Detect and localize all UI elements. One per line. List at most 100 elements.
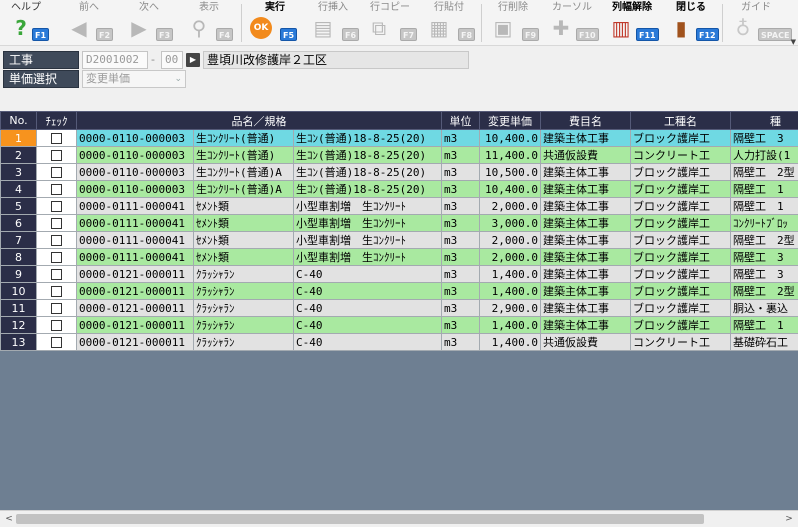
table-row[interactable]: 5 0000-0111-000041 ｾﾒﾝﾄ類 小型車割増 生ｺﾝｸﾘｰﾄ m3 2,0… (0, 197, 798, 215)
row-checkbox[interactable] (51, 252, 62, 263)
delete-row-button[interactable]: 行削除 ▣ F9 (486, 0, 540, 46)
row-checkbox[interactable] (51, 218, 62, 229)
cost-item-cell[interactable]: 建築主体工事 (540, 282, 632, 300)
project-code-field[interactable]: D2001002 (82, 51, 148, 69)
item-name-cell[interactable]: 生ｺﾝｸﾘｰﾄ(普通)A (193, 180, 294, 198)
item-code-cell[interactable]: 0000-0110-000003 (76, 180, 194, 198)
item-spec-cell[interactable]: 生ｺﾝ(普通)18-8-25(20) (292, 180, 443, 198)
scroll-right-icon[interactable]: > (782, 513, 796, 525)
cost-item-cell[interactable]: 建築主体工事 (540, 265, 632, 283)
next-button[interactable]: 次へ ▶ F3 (122, 0, 176, 46)
unit-cell[interactable]: m3 (441, 197, 481, 215)
table-row[interactable]: 7 0000-0111-000041 ｾﾒﾝﾄ類 小型車割増 生ｺﾝｸﾘｰﾄ m3 2,0… (0, 231, 798, 249)
row-number-cell[interactable]: 8 (0, 248, 37, 266)
work-type-cell[interactable]: ブロック護岸工 (630, 214, 732, 232)
row-number-cell[interactable]: 1 (0, 129, 37, 147)
table-row[interactable]: 3 0000-0110-000003 生ｺﾝｸﾘｰﾄ(普通)A 生ｺﾝ(普通)18-8… (0, 163, 798, 181)
item-code-cell[interactable]: 0000-0121-000011 (76, 299, 194, 317)
cost-item-cell[interactable]: 建築主体工事 (540, 129, 632, 147)
type-cell[interactable]: 隔壁工 3 (730, 129, 798, 147)
item-code-cell[interactable]: 0000-0121-000011 (76, 333, 194, 351)
unit-cell[interactable]: m3 (441, 282, 481, 300)
item-name-cell[interactable]: ｸﾗｯｼｬﾗﾝ (193, 316, 294, 334)
type-cell[interactable]: 人力打設(1 (730, 146, 798, 164)
item-name-cell[interactable]: ｾﾒﾝﾄ類 (193, 214, 294, 232)
row-checkbox[interactable] (51, 235, 62, 246)
item-name-cell[interactable]: 生ｺﾝｸﾘｰﾄ(普通) (193, 146, 294, 164)
unit-cell[interactable]: m3 (441, 146, 481, 164)
cost-item-cell[interactable]: 建築主体工事 (540, 214, 632, 232)
row-number-cell[interactable]: 11 (0, 299, 37, 317)
unit-cell[interactable]: m3 (441, 316, 481, 334)
changed-price-cell[interactable]: 1,400.0 (479, 265, 542, 283)
item-name-cell[interactable]: ｾﾒﾝﾄ類 (193, 231, 294, 249)
item-spec-cell[interactable]: 生ｺﾝ(普通)18-8-25(20) (292, 146, 443, 164)
table-row[interactable]: 8 0000-0111-000041 ｾﾒﾝﾄ類 小型車割増 生ｺﾝｸﾘｰﾄ m3 2,0… (0, 248, 798, 266)
help-button[interactable]: ヘルプ ? F1 (4, 0, 50, 46)
insert-row-button[interactable]: 行挿入 ▤ F6 (306, 0, 360, 46)
item-code-cell[interactable]: 0000-0111-000041 (76, 197, 194, 215)
item-spec-cell[interactable]: C-40 (292, 333, 443, 351)
type-cell[interactable]: ｺﾝｸﾘｰﾄﾌﾞﾛｯ (730, 214, 798, 232)
item-spec-cell[interactable]: 生ｺﾝ(普通)18-8-25(20) (292, 129, 443, 147)
guide-button[interactable]: ガイド ♁ SPACE (726, 0, 793, 46)
row-number-cell[interactable]: 9 (0, 265, 37, 283)
work-type-cell[interactable]: ブロック護岸工 (630, 163, 732, 181)
table-row[interactable]: 1 0000-0110-000003 生ｺﾝｸﾘｰﾄ(普通) 生ｺﾝ(普通)18-8-… (0, 129, 798, 147)
changed-price-cell[interactable]: 2,900.0 (479, 299, 542, 317)
row-number-cell[interactable]: 10 (0, 282, 37, 300)
item-name-cell[interactable]: ｸﾗｯｼｬﾗﾝ (193, 265, 294, 283)
unit-cell[interactable]: m3 (441, 299, 481, 317)
row-checkbox[interactable] (51, 269, 62, 280)
work-type-cell[interactable]: コンクリート工 (630, 333, 732, 351)
changed-price-cell[interactable]: 2,000.0 (479, 197, 542, 215)
cost-item-cell[interactable]: 建築主体工事 (540, 299, 632, 317)
row-checkbox[interactable] (51, 150, 62, 161)
item-spec-cell[interactable]: C-40 (292, 265, 443, 283)
cost-item-cell[interactable]: 建築主体工事 (540, 163, 632, 181)
cost-item-cell[interactable]: 建築主体工事 (540, 180, 632, 198)
type-cell[interactable]: 隔壁工 2型 (730, 282, 798, 300)
table-row[interactable]: 2 0000-0110-000003 生ｺﾝｸﾘｰﾄ(普通) 生ｺﾝ(普通)18-8-… (0, 146, 798, 164)
item-spec-cell[interactable]: 小型車割増 生ｺﾝｸﾘｰﾄ (292, 231, 443, 249)
work-type-cell[interactable]: ブロック護岸工 (630, 197, 732, 215)
col-header-check[interactable]: ﾁｪｯｸ (36, 111, 77, 130)
col-header-unit[interactable]: 単位 (441, 111, 481, 130)
item-name-cell[interactable]: ｸﾗｯｼｬﾗﾝ (193, 299, 294, 317)
col-header-cost-item[interactable]: 費目名 (540, 111, 632, 130)
item-spec-cell[interactable]: C-40 (292, 316, 443, 334)
release-width-button[interactable]: 列幅解除 ▥ F11 (604, 0, 660, 46)
type-cell[interactable]: 隔壁工 2型 (730, 231, 798, 249)
row-checkbox[interactable] (51, 286, 62, 297)
copy-row-button[interactable]: 行コピー ⧉ F7 (362, 0, 418, 46)
row-checkbox[interactable] (51, 303, 62, 314)
work-type-cell[interactable]: ブロック護岸工 (630, 282, 732, 300)
type-cell[interactable]: 基礎砕石工 (730, 333, 798, 351)
col-header-item-spec[interactable]: 品名／規格 (75, 111, 443, 130)
table-row[interactable]: 4 0000-0110-000003 生ｺﾝｸﾘｰﾄ(普通)A 生ｺﾝ(普通)18-8… (0, 180, 798, 198)
prev-button[interactable]: 前へ ◀ F2 (62, 0, 116, 46)
work-type-cell[interactable]: ブロック護岸工 (630, 316, 732, 334)
item-name-cell[interactable]: ｾﾒﾝﾄ類 (193, 197, 294, 215)
type-cell[interactable]: 胴込・裏込 (730, 299, 798, 317)
type-cell[interactable]: 隔壁工 3 (730, 248, 798, 266)
unit-cell[interactable]: m3 (441, 248, 481, 266)
type-cell[interactable]: 隔壁工 1 (730, 180, 798, 198)
col-header-work-type[interactable]: 工種名 (630, 111, 732, 130)
item-code-cell[interactable]: 0000-0111-000041 (76, 214, 194, 232)
item-name-cell[interactable]: ｸﾗｯｼｬﾗﾝ (193, 282, 294, 300)
row-number-cell[interactable]: 2 (0, 146, 37, 164)
work-type-cell[interactable]: ブロック護岸工 (630, 231, 732, 249)
close-button[interactable]: 閉じる ▮ F12 (664, 0, 719, 46)
item-spec-cell[interactable]: 生ｺﾝ(普通)18-8-25(20) (292, 163, 443, 181)
changed-price-cell[interactable]: 11,400.0 (479, 146, 542, 164)
row-checkbox[interactable] (51, 320, 62, 331)
type-cell[interactable]: 隔壁工 3 (730, 265, 798, 283)
item-name-cell[interactable]: ｾﾒﾝﾄ類 (193, 248, 294, 266)
cost-item-cell[interactable]: 建築主体工事 (540, 197, 632, 215)
row-number-cell[interactable]: 4 (0, 180, 37, 198)
toolbar-overflow-icon[interactable]: ▼ (791, 38, 796, 46)
table-row[interactable]: 13 0000-0121-000011 ｸﾗｯｼｬﾗﾝ C-40 m3 1,400.0 共通… (0, 333, 798, 351)
cost-item-cell[interactable]: 共通仮設費 (540, 146, 632, 164)
type-cell[interactable]: 隔壁工 1 (730, 197, 798, 215)
